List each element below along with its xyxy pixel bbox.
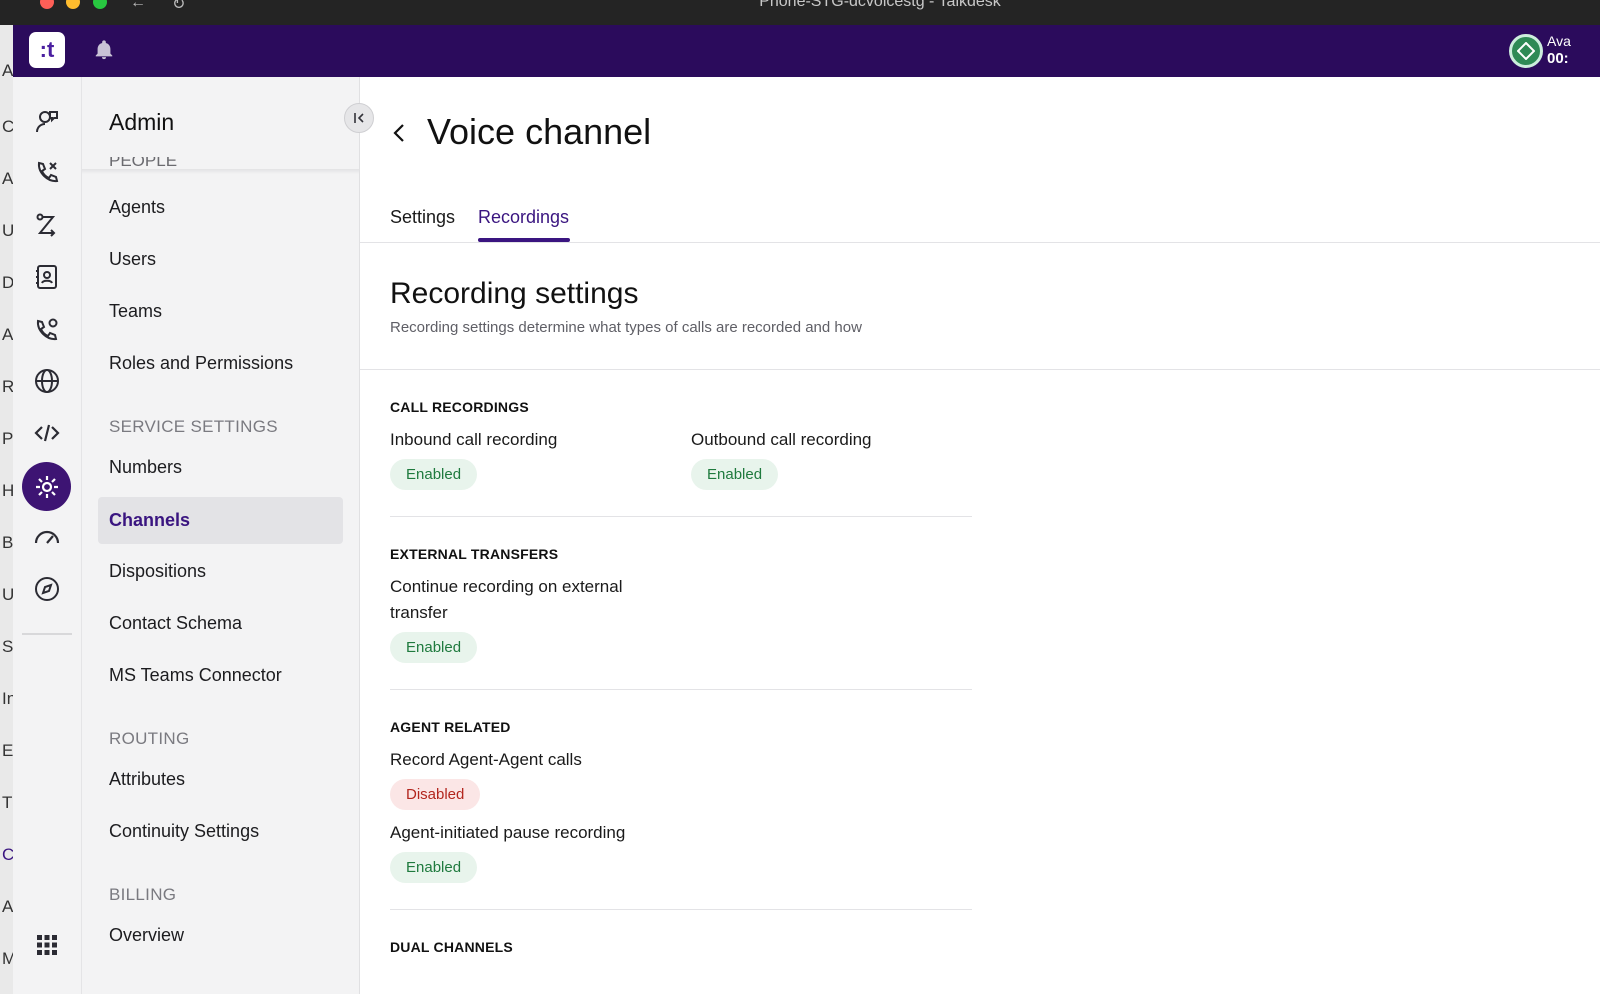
section-divider xyxy=(360,369,1600,370)
apps-grid-icon[interactable] xyxy=(25,923,69,967)
group-heading-call-recordings: CALL RECORDINGS xyxy=(390,399,529,415)
agent-pause-recording-status-badge: Enabled xyxy=(390,852,478,883)
contacts-icon[interactable] xyxy=(25,255,69,299)
background-letter: E xyxy=(2,741,13,760)
background-letter: S xyxy=(2,637,13,656)
sidebar-section-people: PEOPLE xyxy=(109,157,178,169)
conversations-icon[interactable] xyxy=(25,99,69,143)
group-divider xyxy=(390,689,972,690)
background-letter: U xyxy=(2,585,13,604)
sidebar-item-channels[interactable]: Channels xyxy=(98,497,343,544)
outbound-call-recording-status-badge: Enabled xyxy=(691,459,779,490)
tab-recordings[interactable]: Recordings xyxy=(478,207,569,228)
continue-recording-status-badge: Enabled xyxy=(390,632,478,663)
tabs-divider xyxy=(360,242,1600,243)
background-letter: C xyxy=(2,845,13,864)
notifications-bell-icon[interactable] xyxy=(93,39,115,66)
admin-sidebar: Admin PEOPLE Agents Users Teams Roles an… xyxy=(82,77,360,994)
group-divider xyxy=(390,516,972,517)
window-titlebar: ← ↻ Phone-STG-dcvoicestg - Talkdesk xyxy=(0,0,1600,25)
background-letter: M xyxy=(2,949,13,968)
background-letter: A xyxy=(2,61,13,80)
sidebar-item-continuity-settings[interactable]: Continuity Settings xyxy=(98,808,343,855)
sidebar-item-attributes[interactable]: Attributes xyxy=(98,756,343,803)
agent-agent-calls-label: Record Agent-Agent calls xyxy=(390,750,582,769)
background-letter: C xyxy=(2,117,13,136)
sidebar-item-dispositions[interactable]: Dispositions xyxy=(98,548,343,595)
sidebar-title: Admin xyxy=(109,109,175,135)
sidebar-section-routing: ROUTING xyxy=(109,729,190,748)
inbound-call-recording-status-badge: Enabled xyxy=(390,459,478,490)
background-letter: In xyxy=(2,689,13,708)
collapse-icon xyxy=(354,113,364,123)
group-heading-external-transfers: EXTERNAL TRANSFERS xyxy=(390,546,559,562)
talkdesk-logo[interactable]: :t xyxy=(29,32,65,68)
inbound-call-recording-label: Inbound call recording xyxy=(390,430,558,449)
background-letter: A xyxy=(2,325,13,344)
sidebar-item-teams[interactable]: Teams xyxy=(98,288,343,335)
background-letter: U xyxy=(2,221,13,240)
agent-status-icon[interactable] xyxy=(1509,34,1543,68)
sidebar-item-contact-schema[interactable]: Contact Schema xyxy=(98,600,343,647)
background-letter: A xyxy=(2,169,13,188)
agent-status-timer: 00: xyxy=(1547,50,1569,67)
group-heading-dual-channels: DUAL CHANNELS xyxy=(390,939,513,955)
main-content: Voice channel Settings Recordings Record… xyxy=(360,77,1600,994)
sidebar-item-overview[interactable]: Overview xyxy=(98,912,343,959)
sidebar-scroll-shadow xyxy=(82,169,359,174)
app-icon-rail xyxy=(13,77,82,994)
sidebar-item-users[interactable]: Users xyxy=(98,236,343,283)
sidebar-section-service-settings: SERVICE SETTINGS xyxy=(109,417,278,436)
background-window-strip: A C A U D A R P H B U S In E T C A M xyxy=(0,25,13,994)
group-divider xyxy=(390,909,972,910)
background-letter: R xyxy=(2,377,13,396)
back-arrow-icon[interactable] xyxy=(390,121,410,150)
code-icon[interactable] xyxy=(25,411,69,455)
sidebar-item-ms-teams-connector[interactable]: MS Teams Connector xyxy=(98,652,343,699)
background-letter: T xyxy=(2,793,13,812)
section-title: Recording settings xyxy=(390,277,639,310)
background-letter: D xyxy=(2,273,13,292)
sidebar-item-numbers[interactable]: Numbers xyxy=(98,444,343,491)
agent-agent-calls-status-badge: Disabled xyxy=(390,779,481,810)
outbound-call-recording-label: Outbound call recording xyxy=(691,430,872,449)
continue-recording-label-line2: transfer xyxy=(390,603,448,622)
background-letter: A xyxy=(2,897,13,916)
background-letter: P xyxy=(2,429,13,448)
admin-gear-icon[interactable] xyxy=(22,462,71,511)
app-header: :t Ava 00: xyxy=(13,25,1600,77)
phone-calls-icon[interactable] xyxy=(25,151,69,195)
compass-icon[interactable] xyxy=(25,567,69,611)
agent-status-label[interactable]: Ava xyxy=(1547,33,1571,49)
background-letter: B xyxy=(2,533,13,552)
phone-settings-icon[interactable] xyxy=(25,307,69,351)
collapse-sidebar-button[interactable] xyxy=(344,103,374,133)
agent-pause-recording-label: Agent-initiated pause recording xyxy=(390,823,626,842)
section-description: Recording settings determine what types … xyxy=(390,319,862,336)
window-title: Phone-STG-dcvoicestg - Talkdesk xyxy=(759,0,1001,10)
globe-icon[interactable] xyxy=(25,359,69,403)
rail-divider xyxy=(22,633,72,635)
group-heading-agent-related: AGENT RELATED xyxy=(390,719,511,735)
continue-recording-label-line1: Continue recording on external xyxy=(390,577,623,596)
sidebar-item-agents[interactable]: Agents xyxy=(98,184,343,231)
routing-icon[interactable] xyxy=(25,203,69,247)
dashboard-icon[interactable] xyxy=(25,515,69,559)
sidebar-item-roles-and-permissions[interactable]: Roles and Permissions xyxy=(98,340,343,387)
page-title: Voice channel xyxy=(427,111,652,152)
tab-settings[interactable]: Settings xyxy=(390,207,455,228)
sidebar-section-billing: BILLING xyxy=(109,885,177,904)
background-letter: H xyxy=(2,481,13,500)
